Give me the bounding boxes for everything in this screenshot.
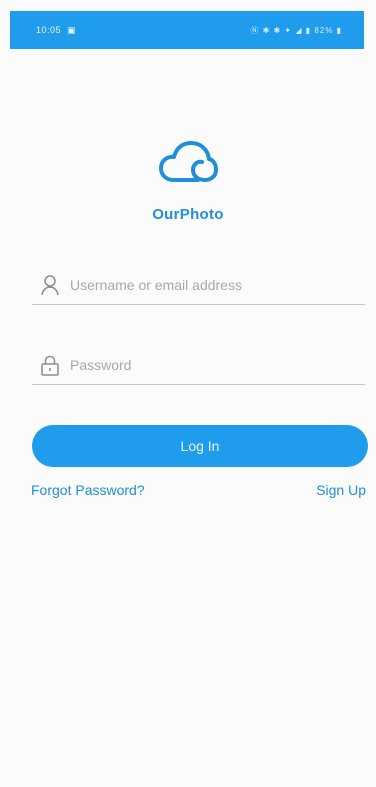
lock-icon xyxy=(38,353,62,377)
status-time: 10:05 xyxy=(36,25,62,35)
status-bar: 10:05 ▣ Ⓝ ✱ ✱ ✦ ◢ ▮ 82% ▮ xyxy=(10,11,364,49)
login-button[interactable]: Log In xyxy=(32,425,368,467)
app-logo-block: OurPhoto xyxy=(0,140,376,223)
app-name: OurPhoto xyxy=(152,206,224,223)
sign-up-link[interactable]: Sign Up xyxy=(316,482,366,498)
username-field[interactable] xyxy=(32,265,365,305)
user-icon xyxy=(38,273,62,297)
image-icon: ▣ xyxy=(67,24,77,35)
cloud-icon xyxy=(158,140,218,188)
password-input[interactable] xyxy=(70,349,365,380)
status-right: Ⓝ ✱ ✱ ✦ ◢ ▮ 82% ▮ xyxy=(250,25,342,36)
status-left: 10:05 ▣ xyxy=(36,25,76,36)
forgot-password-link[interactable]: Forgot Password? xyxy=(31,482,145,498)
system-status-icons: Ⓝ ✱ ✱ ✦ ◢ ▮ 82% ▮ xyxy=(250,25,342,35)
username-input[interactable] xyxy=(70,269,365,300)
password-field[interactable] xyxy=(32,345,365,385)
login-screen: 10:05 ▣ Ⓝ ✱ ✱ ✦ ◢ ▮ 82% ▮ OurPhoto Usern… xyxy=(0,0,376,787)
